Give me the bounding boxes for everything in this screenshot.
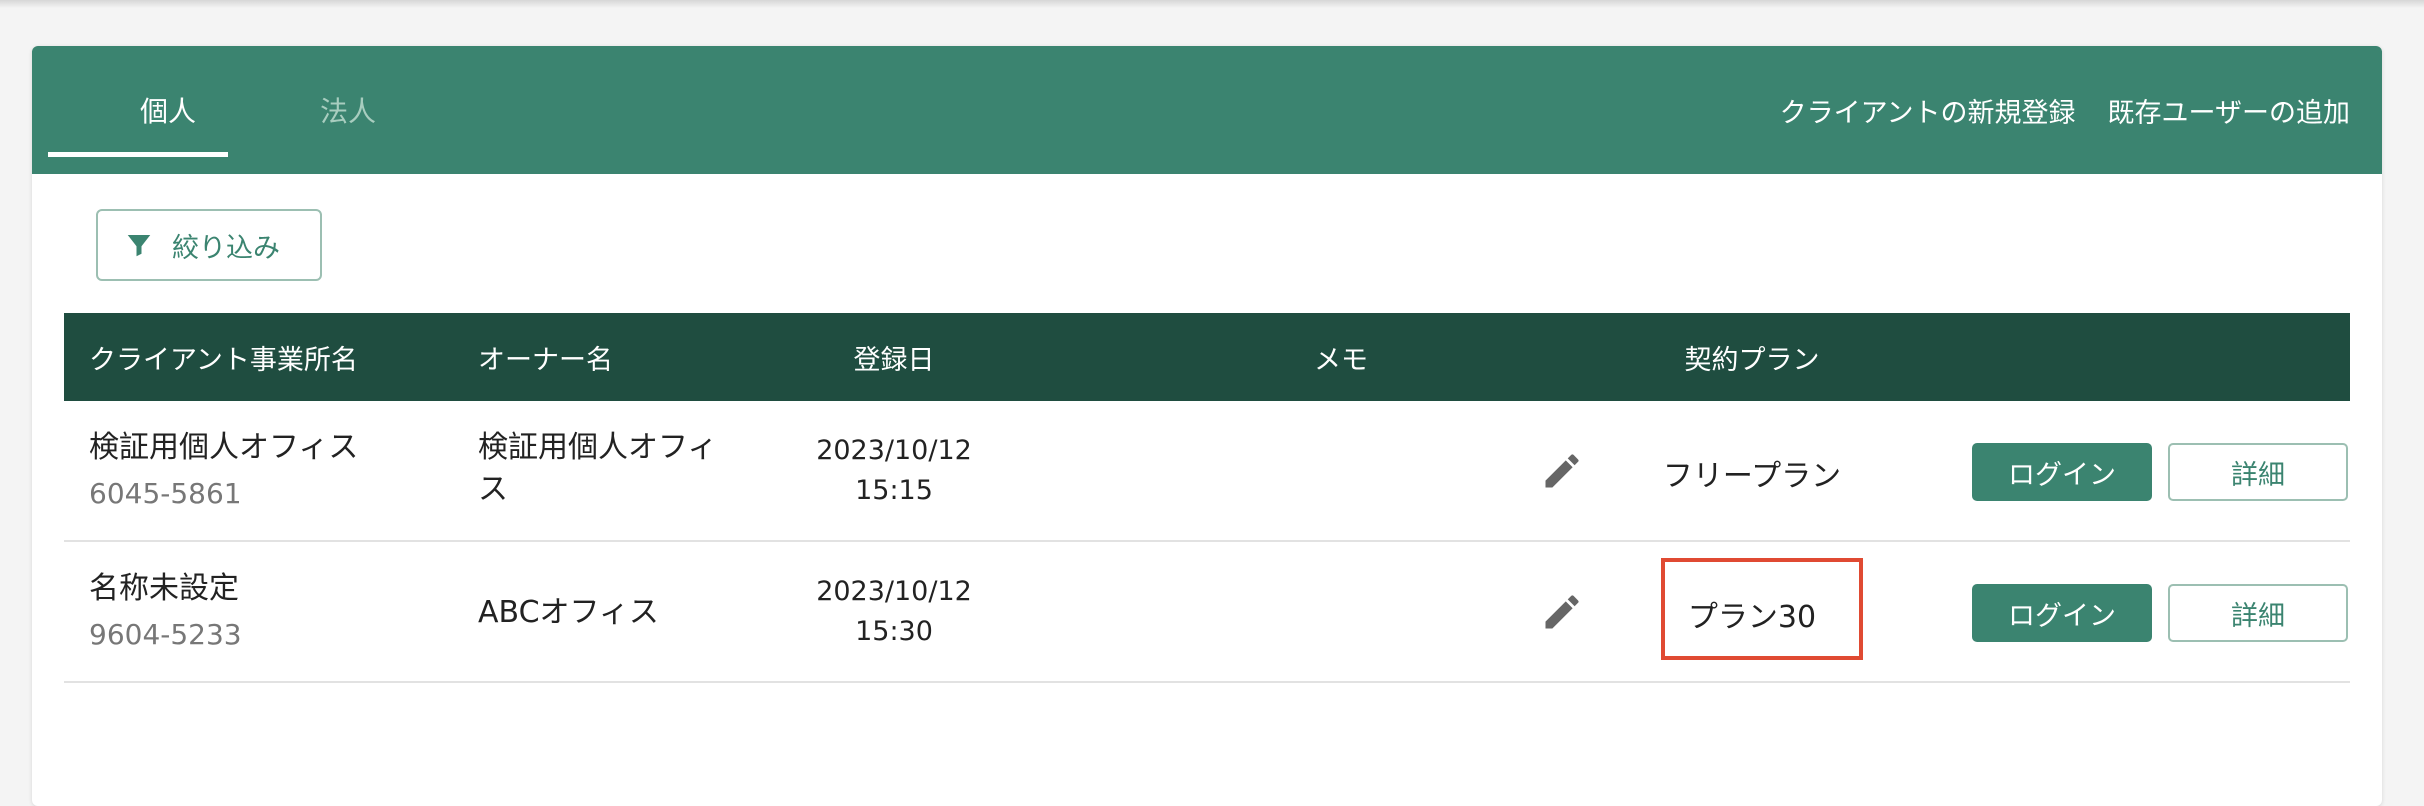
client-name-cell: 名称未設定 9604-5233 [89,566,242,658]
tab-header: 個人 法人 クライアントの新規登録 既存ユーザーの追加 [32,46,2382,174]
client-name: 検証用個人オフィス [89,430,359,465]
column-owner: オーナー名 [478,344,613,376]
column-memo: メモ [1314,344,1368,376]
column-date: 登録日 [853,344,935,376]
table-row: 検証用個人オフィス 6045-5861 検証用個人オフィス 2023/10/12… [64,401,2350,542]
column-client-name: クライアント事業所名 [89,344,358,376]
client-list-card: 個人 法人 クライアントの新規登録 既存ユーザーの追加 絞り込み クライアント事… [32,46,2382,806]
top-shadow [0,0,2424,8]
filter-button[interactable]: 絞り込み [96,209,322,281]
filter-label: 絞り込み [172,232,280,264]
pencil-icon[interactable] [1540,449,1584,493]
registration-date-cell: 2023/10/12 15:15 [764,431,1024,511]
contract-plan: プラン30 [1687,600,1817,635]
registration-date-cell: 2023/10/12 15:30 [764,572,1024,652]
registration-time: 15:30 [855,616,933,647]
client-name-cell: 検証用個人オフィス 6045-5861 [89,425,358,517]
login-button[interactable]: ログイン [1972,443,2152,501]
table-row: 名称未設定 9604-5233 ABCオフィス 2023/10/12 15:30… [64,542,2350,683]
active-tab-indicator [48,152,228,157]
client-table: クライアント事業所名 オーナー名 登録日 メモ 契約プラン 検証用個人オフィス … [64,313,2350,683]
detail-button[interactable]: 詳細 [2168,584,2348,642]
owner-name: ABCオフィス [478,595,659,630]
new-client-link[interactable]: クライアントの新規登録 [1780,91,2076,130]
table-header: クライアント事業所名 オーナー名 登録日 メモ 契約プラン [64,313,2350,401]
detail-button[interactable]: 詳細 [2168,443,2348,501]
client-code: 6045-5861 [89,477,242,510]
column-plan: 契約プラン [1684,344,1820,376]
registration-date: 2023/10/12 [816,435,972,466]
contract-plan: フリープラン [1662,459,1842,494]
registration-time: 15:15 [855,475,933,506]
pencil-icon[interactable] [1540,590,1584,634]
filter-icon [127,235,151,257]
registration-date: 2023/10/12 [816,576,972,607]
tab-corporate[interactable]: 法人 [258,46,438,174]
header-actions: クライアントの新規登録 既存ユーザーの追加 [1780,46,2350,174]
login-button[interactable]: ログイン [1972,584,2152,642]
add-existing-user-link[interactable]: 既存ユーザーの追加 [2108,91,2350,130]
client-code: 9604-5233 [89,618,242,651]
owner-name: 検証用個人オフィス [478,430,718,507]
client-name: 名称未設定 [89,571,239,606]
